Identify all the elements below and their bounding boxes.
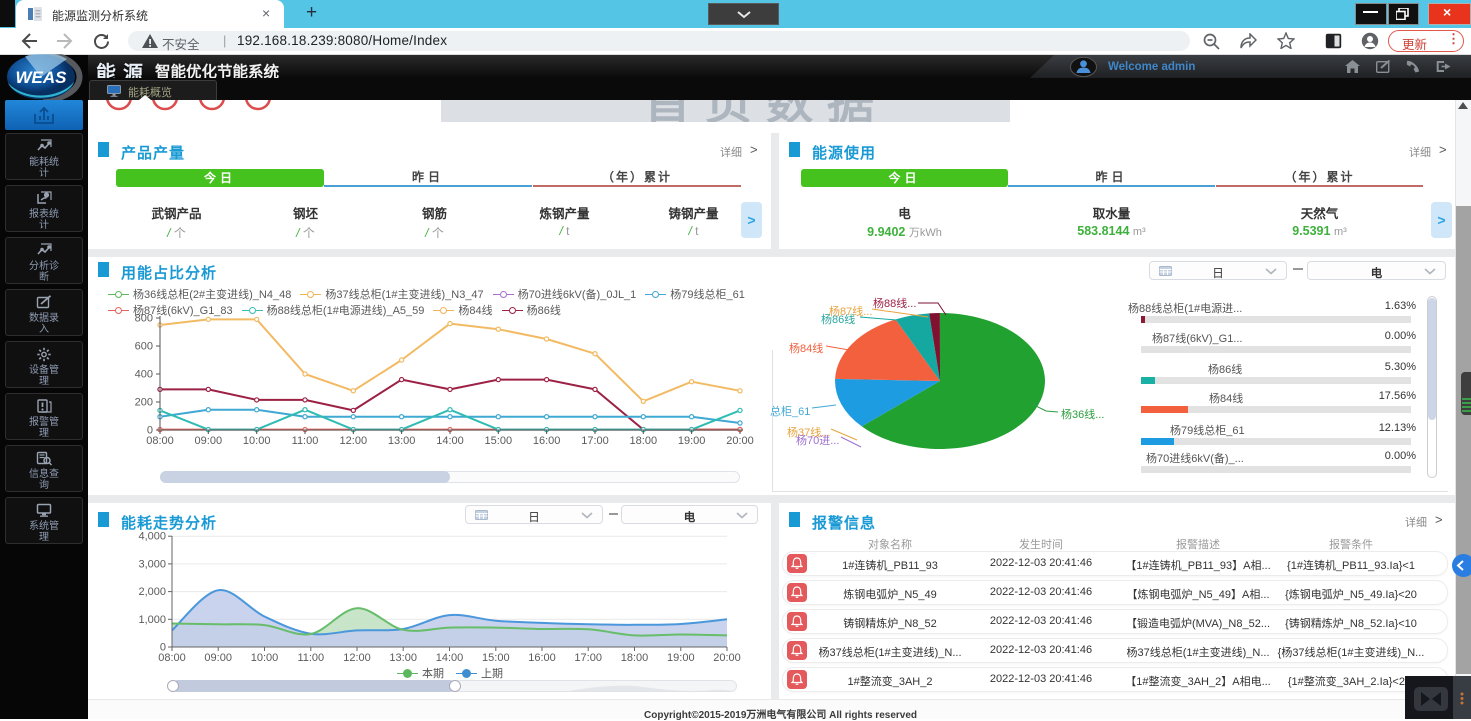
svg-text:400: 400: [135, 369, 153, 381]
svg-text:19:00: 19:00: [678, 435, 706, 447]
svg-text:17:00: 17:00: [581, 435, 609, 447]
svg-text:13:00: 13:00: [389, 652, 417, 664]
svg-text:10:00: 10:00: [243, 435, 271, 447]
svg-text:1,000: 1,000: [138, 614, 166, 626]
svg-text:WEAS: WEAS: [16, 68, 68, 87]
svg-text:20:00: 20:00: [726, 435, 754, 447]
svg-text:08:00: 08:00: [146, 435, 174, 447]
svg-text:200: 200: [135, 397, 153, 409]
svg-text:4,000: 4,000: [138, 531, 166, 543]
svg-text:19:00: 19:00: [667, 652, 695, 664]
svg-text:18:00: 18:00: [630, 435, 658, 447]
svg-text:12:00: 12:00: [340, 435, 368, 447]
svg-text:14:00: 14:00: [436, 652, 464, 664]
svg-text:09:00: 09:00: [195, 435, 223, 447]
svg-text:14:00: 14:00: [436, 435, 464, 447]
svg-text:3,000: 3,000: [138, 558, 166, 570]
svg-text:16:00: 16:00: [533, 435, 561, 447]
svg-text:13:00: 13:00: [388, 435, 416, 447]
svg-text:10:00: 10:00: [251, 652, 279, 664]
svg-text:600: 600: [135, 341, 153, 353]
svg-text:15:00: 15:00: [485, 435, 513, 447]
svg-text:09:00: 09:00: [204, 652, 232, 664]
svg-text:11:00: 11:00: [292, 435, 319, 447]
svg-text:12:00: 12:00: [343, 652, 371, 664]
svg-text:17:00: 17:00: [574, 652, 602, 664]
svg-text:2,000: 2,000: [138, 586, 166, 598]
svg-text:15:00: 15:00: [482, 652, 510, 664]
svg-text:18:00: 18:00: [621, 652, 649, 664]
svg-text:800: 800: [135, 313, 153, 325]
svg-text:11:00: 11:00: [297, 652, 324, 664]
svg-text:16:00: 16:00: [528, 652, 556, 664]
svg-text:08:00: 08:00: [158, 652, 186, 664]
svg-text:20:00: 20:00: [713, 652, 741, 664]
